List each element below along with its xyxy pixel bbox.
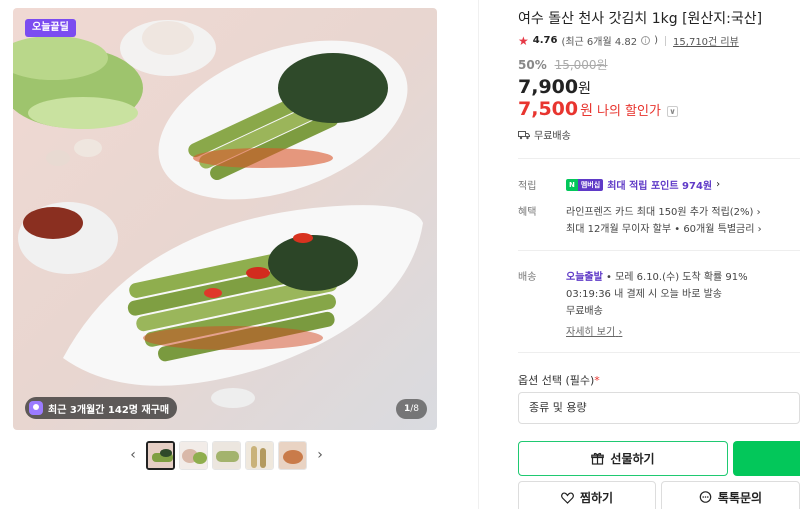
chevron-right-icon[interactable]: › (311, 440, 329, 470)
zzim-button[interactable]: 찜하기 (518, 481, 656, 509)
thumbnail-2[interactable] (179, 440, 208, 470)
truck-icon (518, 130, 530, 139)
benefit-installment[interactable]: 최대 12개월 무이자 할부 • 60개월 특별금리 › (566, 220, 762, 235)
today-deal-badge: 오늘끝딜 (25, 19, 76, 37)
rating-recent-close: ) (654, 35, 659, 46)
gift-icon (591, 452, 605, 465)
repurchase-badge: 최근 3개월간 142명 재구매 (25, 397, 178, 419)
delivery-eta-text: • 모레 6.10.(수) 도착 확률 91% (602, 272, 748, 283)
rating-row: ★ 4.76 (최근 6개월 4.82 i) 15,710건 리뷰 (518, 33, 739, 49)
delivery-fee: 무료배송 (566, 306, 603, 317)
divider (518, 352, 800, 353)
discount-row: 50% 15,000원 (518, 56, 608, 73)
buy-button[interactable] (733, 441, 800, 476)
chevron-right-icon: › (716, 179, 721, 190)
sale-price-value: 7,900 (518, 76, 579, 98)
chevron-right-icon: › (618, 327, 623, 338)
chevron-down-icon[interactable]: ∨ (666, 106, 678, 117)
option-label: 옵션 선택 (필수)* (518, 372, 600, 388)
benefit-installment-text: 최대 12개월 무이자 할부 • 60개월 특별금리 (566, 224, 755, 235)
rating-recent: (최근 6개월 4.82 (561, 37, 638, 48)
product-main-image[interactable]: 오늘끝딜 최근 3개월간 142명 재구매 1/8 (13, 8, 437, 430)
free-shipping-text: 무료배송 (534, 131, 571, 142)
talk-button-label: 톡톡문의 (717, 491, 763, 505)
info-icon[interactable]: i (641, 36, 651, 45)
chat-icon (699, 491, 712, 503)
benefit-card[interactable]: 라인프렌즈 카드 최대 150원 추가 적립(2%) › (566, 203, 761, 218)
image-counter-total: /8 (410, 404, 419, 414)
option-label-text: 옵션 선택 (필수) (518, 374, 595, 387)
my-price-unit: 원 (580, 103, 593, 119)
delivery-label: 배송 (518, 272, 537, 283)
product-title: 여수 돌산 천사 갓김치 1kg [원산지:국산] (518, 11, 763, 27)
thumbnail-strip: ‹ › (124, 440, 329, 470)
sale-price-unit: 원 (578, 81, 591, 97)
divider (665, 35, 667, 46)
free-shipping-row: 무료배송 (518, 127, 571, 142)
my-price-label: 나의 할인가 (597, 104, 661, 119)
chevron-right-icon: › (757, 224, 762, 235)
review-count-link[interactable]: 15,710건 리뷰 (673, 33, 739, 48)
delivery-detail-link[interactable]: 자세히 보기 › (566, 323, 622, 338)
point-label: 적립 (518, 181, 537, 192)
delivery-deadline: 03:19:36 내 결제 시 오늘 바로 발송 (566, 289, 722, 300)
thumbnail-4[interactable] (245, 440, 274, 470)
heart-icon (561, 492, 574, 504)
gift-button[interactable]: 선물하기 (518, 441, 728, 476)
required-mark: * (594, 374, 600, 387)
delivery-eta: 오늘출발 • 모레 6.10.(수) 도착 확률 91% (566, 268, 748, 283)
benefit-card-text: 라인프렌즈 카드 최대 150원 추가 적립(2%) (566, 207, 754, 218)
divider (518, 250, 800, 251)
thumbnail-1[interactable] (146, 440, 175, 470)
my-price-value: 7,500 (518, 98, 579, 120)
my-discount-price: 7,500 원 나의 할인가 ∨ (518, 98, 678, 120)
point-row[interactable]: N 멤버십 최대 적립 포인트 974원 › (566, 177, 720, 192)
image-counter: 1/8 (395, 399, 427, 419)
sale-price: 7,900원 (518, 76, 591, 98)
npay-membership-icon: N 멤버십 (566, 178, 604, 191)
star-icon: ★ (518, 33, 529, 48)
column-divider (478, 0, 479, 509)
divider (518, 158, 800, 159)
option-select[interactable]: 종류 및 용량 (518, 392, 800, 424)
benefit-label: 혜택 (518, 207, 537, 218)
delivery-detail-text: 자세히 보기 (566, 327, 616, 338)
repurchase-text: 최근 3개월간 142명 재구매 (48, 404, 170, 416)
gift-button-label: 선물하기 (610, 452, 655, 466)
thumbnail-5[interactable] (278, 440, 307, 470)
chevron-right-icon: › (756, 207, 761, 218)
discount-percent: 50% (518, 58, 547, 72)
kimchi-photo (13, 8, 437, 430)
repurchase-icon (29, 401, 43, 415)
rating-score: 4.76 (532, 35, 558, 46)
zzim-button-label: 찜하기 (579, 491, 614, 505)
thumbnail-3[interactable] (212, 440, 241, 470)
original-price: 15,000원 (554, 58, 608, 72)
max-point-text: 최대 적립 포인트 974원 (607, 181, 713, 192)
talk-inquiry-button[interactable]: 톡톡문의 (661, 481, 800, 509)
chevron-left-icon[interactable]: ‹ (124, 440, 142, 470)
today-ship-badge: 오늘출발 (566, 272, 603, 283)
